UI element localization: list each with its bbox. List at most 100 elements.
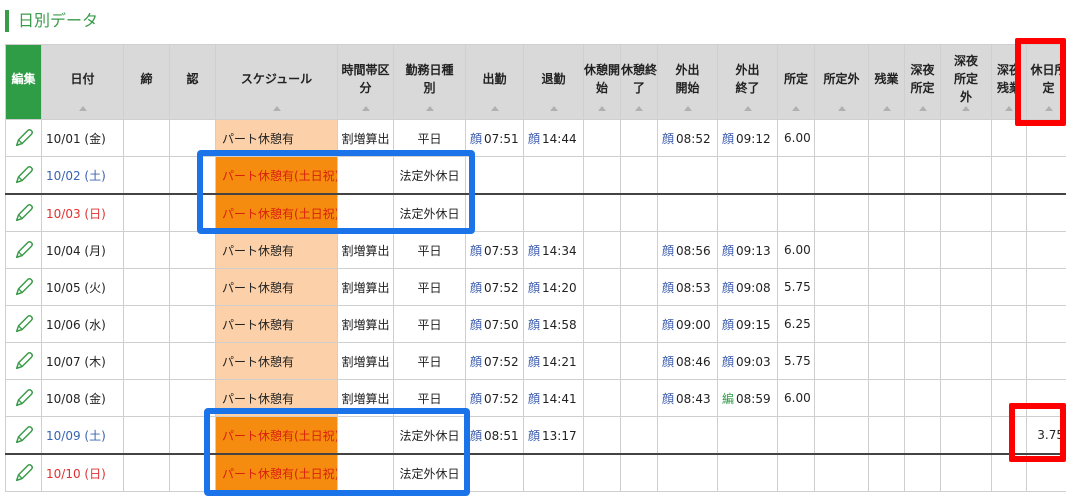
night-non-scheduled-cell xyxy=(940,453,992,492)
sort-arrow-icon[interactable] xyxy=(490,106,499,111)
time-value: 08:59 xyxy=(736,391,771,406)
night-non-scheduled-cell xyxy=(940,193,992,232)
sort-arrow-icon[interactable] xyxy=(598,106,606,111)
pencil-icon[interactable] xyxy=(13,204,35,222)
edit-cell[interactable] xyxy=(5,231,42,269)
col-break-start[interactable]: 休憩開始 xyxy=(583,44,621,120)
edit-cell[interactable] xyxy=(5,379,42,417)
sort-arrow-icon[interactable] xyxy=(272,106,281,111)
col-time-zone[interactable]: 時間帯区分 xyxy=(337,44,394,120)
pencil-icon[interactable] xyxy=(13,315,35,333)
schedule-cell[interactable]: パート休憩有(土日祝) xyxy=(215,453,338,492)
out-end-cell xyxy=(717,453,778,492)
edit-cell[interactable] xyxy=(5,268,42,306)
sort-arrow-icon[interactable] xyxy=(918,106,927,111)
pencil-icon[interactable] xyxy=(13,426,35,444)
edit-cell[interactable] xyxy=(5,119,42,157)
col-out-end[interactable]: 外出終了 xyxy=(717,44,778,120)
pencil-icon[interactable] xyxy=(13,352,35,370)
day-type-cell: 法定外休日 xyxy=(393,416,466,455)
sort-arrow-icon[interactable] xyxy=(635,106,643,111)
day-type-cell: 平日 xyxy=(393,305,466,343)
sort-arrow-icon[interactable] xyxy=(792,106,800,111)
daily-data-table: 編集 日付 締 認 スケジュール 時間帯区分 勤務日種別 出勤 退勤 休憩開始 … xyxy=(5,44,1066,492)
col-out-start[interactable]: 外出開始 xyxy=(657,44,718,120)
edit-cell[interactable] xyxy=(5,342,42,380)
edit-cell[interactable] xyxy=(5,156,42,195)
col-date[interactable]: 日付 xyxy=(41,44,124,120)
sort-arrow-icon[interactable] xyxy=(962,106,970,111)
schedule-cell[interactable]: パート休憩有(土日祝) xyxy=(215,416,338,455)
sort-arrow-icon[interactable] xyxy=(837,106,846,111)
break-start-cell xyxy=(583,268,621,306)
schedule-cell[interactable]: パート休憩有 xyxy=(215,231,338,269)
approve-cell xyxy=(169,305,216,343)
out-end-cell: 顔 09:12 xyxy=(717,119,778,157)
punch-method-icon: 顔 xyxy=(470,317,483,332)
date-cell: 10/05 (火) xyxy=(41,268,124,306)
clock-in-cell: 顔 07:53 xyxy=(465,231,524,269)
edit-cell[interactable] xyxy=(5,416,42,455)
schedule-cell[interactable]: パート休憩有(土日祝) xyxy=(215,193,338,232)
night-scheduled-cell xyxy=(904,416,941,455)
col-clock-in[interactable]: 出勤 xyxy=(465,44,524,120)
schedule-cell[interactable]: パート休憩有 xyxy=(215,305,338,343)
night-non-scheduled-cell xyxy=(940,156,992,195)
schedule-cell[interactable]: パート休憩有 xyxy=(215,342,338,380)
schedule-cell[interactable]: パート休憩有(土日祝) xyxy=(215,156,338,195)
clock-in-cell xyxy=(465,193,524,232)
punch-method-icon: 顔 xyxy=(662,354,675,369)
overtime-cell xyxy=(868,416,905,455)
col-night-scheduled[interactable]: 深夜所定 xyxy=(904,44,941,120)
punch-method-icon: 顔 xyxy=(528,317,541,332)
schedule-cell[interactable]: パート休憩有 xyxy=(215,379,338,417)
punch-method-icon: 顔 xyxy=(662,131,675,146)
col-day-type[interactable]: 勤務日種別 xyxy=(393,44,466,120)
pencil-icon[interactable] xyxy=(13,464,35,482)
col-night-non-scheduled[interactable]: 深夜所定外 xyxy=(940,44,992,120)
pencil-icon[interactable] xyxy=(13,129,35,147)
sort-arrow-icon[interactable] xyxy=(425,106,434,111)
col-clock-out[interactable]: 退勤 xyxy=(523,44,584,120)
pencil-icon[interactable] xyxy=(13,389,35,407)
col-night-overtime[interactable]: 深夜残業 xyxy=(991,44,1027,120)
col-break-end[interactable]: 休憩終了 xyxy=(620,44,658,120)
col-overtime[interactable]: 残業 xyxy=(868,44,905,120)
day-type-cell: 法定外休日 xyxy=(393,156,466,195)
time-value: 14:58 xyxy=(542,317,577,332)
pencil-icon[interactable] xyxy=(13,241,35,259)
edit-cell[interactable] xyxy=(5,305,42,343)
approve-cell xyxy=(169,268,216,306)
sort-arrow-icon[interactable] xyxy=(882,106,891,111)
edit-cell[interactable] xyxy=(5,453,42,492)
table-row: 10/01 (金) パート休憩有 割増算出 平日顔 07:51 顔 14:44 顔 08:52 顔… xyxy=(5,119,1066,157)
edit-cell[interactable] xyxy=(5,193,42,232)
scheduled-cell xyxy=(777,156,815,195)
sort-arrow-icon[interactable] xyxy=(78,106,87,111)
sort-arrow-icon[interactable] xyxy=(361,106,370,111)
sort-arrow-icon[interactable] xyxy=(743,106,752,111)
clock-out-cell: 顔 14:44 xyxy=(523,119,584,157)
break-start-cell xyxy=(583,379,621,417)
sort-arrow-icon[interactable] xyxy=(549,106,558,111)
clock-in-cell: 顔 07:52 xyxy=(465,268,524,306)
out-start-cell xyxy=(657,193,718,232)
punch-method-icon: 顔 xyxy=(662,391,675,406)
clock-in-cell: 顔 08:51 xyxy=(465,416,524,455)
punch-method-icon: 顔 xyxy=(722,131,735,146)
day-type-cell: 平日 xyxy=(393,379,466,417)
pencil-icon[interactable] xyxy=(13,166,35,184)
sort-arrow-icon[interactable] xyxy=(683,106,692,111)
out-start-cell: 顔 08:53 xyxy=(657,268,718,306)
night-scheduled-cell xyxy=(904,193,941,232)
col-holiday-scheduled[interactable]: 休日所定 xyxy=(1026,44,1066,120)
sort-arrow-icon[interactable] xyxy=(1005,106,1013,111)
col-non-scheduled[interactable]: 所定外 xyxy=(814,44,869,120)
schedule-cell[interactable]: パート休憩有 xyxy=(215,268,338,306)
col-scheduled[interactable]: 所定 xyxy=(777,44,815,120)
pencil-icon[interactable] xyxy=(13,278,35,296)
schedule-cell[interactable]: パート休憩有 xyxy=(215,119,338,157)
col-schedule[interactable]: スケジュール xyxy=(215,44,338,120)
sort-arrow-icon[interactable] xyxy=(1044,106,1053,111)
time-value: 14:20 xyxy=(542,280,577,295)
